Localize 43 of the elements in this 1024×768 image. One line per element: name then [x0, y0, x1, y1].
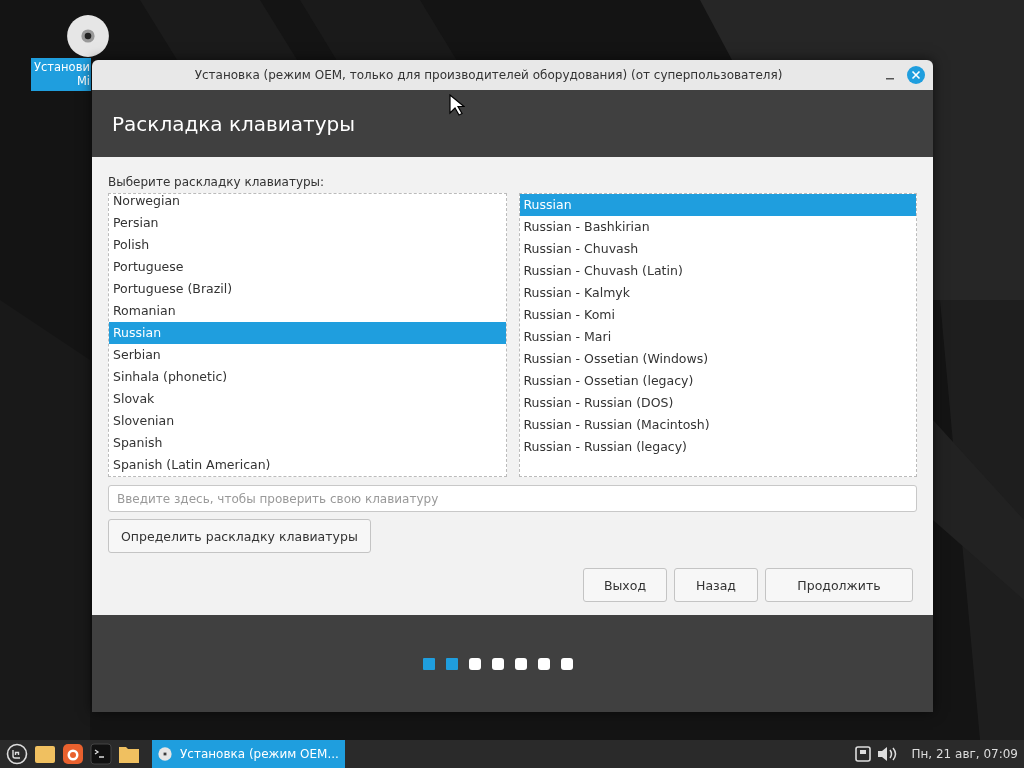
disc-icon: [66, 14, 110, 58]
variant-item[interactable]: Russian - Kalmyk: [519, 282, 916, 304]
menu-icon[interactable]: [6, 743, 28, 765]
folder-icon[interactable]: [34, 744, 56, 764]
layout-item[interactable]: Romanian: [109, 300, 506, 322]
wizard-button[interactable]: Назад: [674, 568, 758, 602]
cursor-icon: [449, 94, 465, 116]
browser-icon[interactable]: [62, 743, 84, 765]
volume-icon[interactable]: [877, 746, 898, 762]
page-title: Раскладка клавиатуры: [112, 111, 356, 136]
layout-item[interactable]: Spanish (Latin American): [109, 454, 506, 476]
close-icon[interactable]: [907, 66, 925, 84]
variant-item[interactable]: Russian - Russian (Macintosh): [519, 414, 916, 436]
variant-item[interactable]: Russian - Mari: [519, 326, 916, 348]
variant-item[interactable]: Russian - Ossetian (Windows): [519, 348, 916, 370]
layout-item[interactable]: Persian: [109, 212, 506, 234]
variant-item[interactable]: Russian - Ossetian (legacy): [519, 370, 916, 392]
layout-item[interactable]: Portuguese (Brazil): [109, 278, 506, 300]
wizard-button[interactable]: Продолжить: [765, 568, 913, 602]
detect-layout-button[interactable]: Определить раскладку клавиатуры: [108, 519, 371, 553]
layout-prompt: Выберите раскладку клавиатуры:: [108, 175, 326, 189]
variant-item[interactable]: Russian - Chuvash (Latin): [519, 260, 916, 282]
layout-item[interactable]: Slovenian: [109, 410, 506, 432]
layout-item[interactable]: Spanish: [109, 432, 506, 454]
disc-icon: [158, 747, 172, 761]
layout-item[interactable]: Serbian: [109, 344, 506, 366]
network-icon[interactable]: [855, 746, 872, 762]
folder-icon[interactable]: [118, 744, 140, 764]
wizard-button[interactable]: Выход: [583, 568, 667, 602]
test-input-field[interactable]: Введите здесь, чтобы проверить свою клавиатуру: [108, 485, 917, 512]
variant-item[interactable]: Russian - Bashkirian: [519, 216, 916, 238]
window-title: Установка (режим OEM, только для производителей оборудования) (от суперпользователя): [193, 68, 784, 82]
variant-item[interactable]: Russian - Russian (DOS): [519, 392, 916, 414]
clock[interactable]: Пн, 21 авг, 07:09: [911, 747, 1018, 761]
layout-item[interactable]: Slovak: [109, 388, 506, 410]
layout-item[interactable]: Sinhala (phonetic): [109, 366, 506, 388]
layout-item[interactable]: Polish: [109, 234, 506, 256]
terminal-icon[interactable]: [90, 743, 112, 765]
layout-item[interactable]: Portuguese: [109, 256, 506, 278]
variant-item[interactable]: Russian - Komi: [519, 304, 916, 326]
layout-item[interactable]: Norwegian: [109, 194, 506, 212]
variant-item[interactable]: Russian - Russian (legacy): [519, 436, 916, 458]
variant-item[interactable]: Russian - Chuvash: [519, 238, 916, 260]
